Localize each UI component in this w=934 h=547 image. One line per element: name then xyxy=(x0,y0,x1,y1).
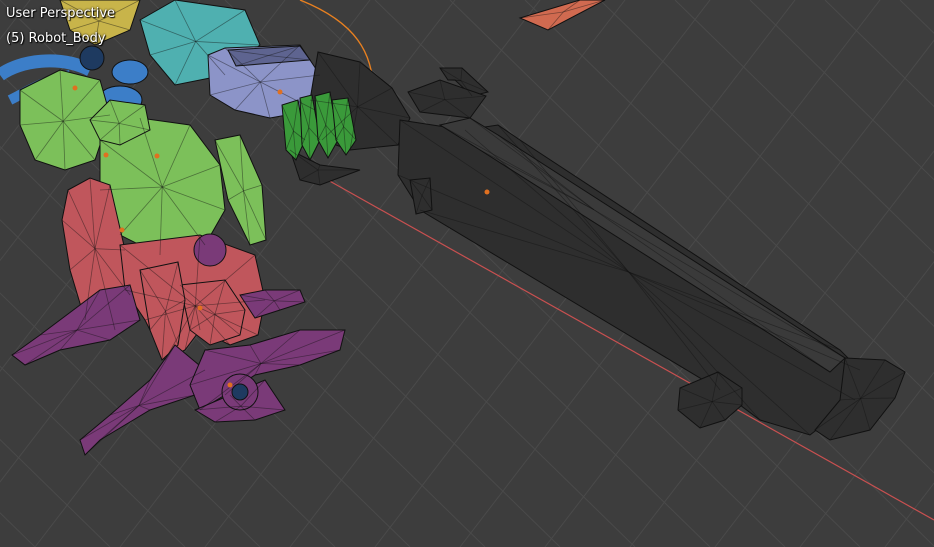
active-object-label: (5) Robot_Body xyxy=(6,31,106,46)
origin-dot xyxy=(227,382,233,388)
origin-dot xyxy=(154,153,160,159)
rifle-mesh[interactable] xyxy=(289,51,906,441)
view-perspective-label: User Perspective xyxy=(6,6,116,21)
origin-dot xyxy=(72,85,78,91)
origin-dot xyxy=(103,152,109,158)
origin-dot xyxy=(119,227,125,233)
robot-hand-mesh[interactable] xyxy=(281,91,357,162)
origin-dot xyxy=(197,305,203,311)
3d-viewport[interactable]: User Perspective (5) Robot_Body xyxy=(0,0,934,547)
scene-canvas[interactable] xyxy=(0,0,934,547)
top-prop-mesh[interactable] xyxy=(518,0,606,31)
origin-dot xyxy=(277,89,283,95)
origin-dot xyxy=(484,189,490,195)
